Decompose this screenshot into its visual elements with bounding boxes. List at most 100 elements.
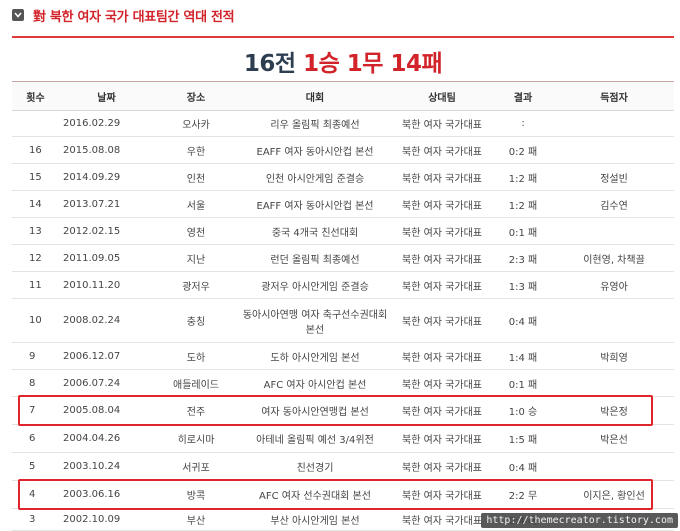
cell-scorers: 이지은, 황인선 <box>554 480 674 509</box>
cell-opponent: 북한 여자 국가대표 <box>392 110 492 137</box>
overall-record: 16전 1승 1무 14패 <box>12 44 674 77</box>
column-header-venue: 장소 <box>154 82 238 111</box>
cell-round: 11 <box>12 271 59 299</box>
cell-scorers <box>554 110 674 137</box>
cell-round: 10 <box>12 298 59 343</box>
cell-result: 1:3 패 <box>492 271 554 299</box>
cell-venue: 전주 <box>154 396 238 425</box>
cell-opponent: 북한 여자 국가대표 <box>392 217 492 245</box>
cell-venue: 방콕 <box>154 480 238 509</box>
cell-opponent: 북한 여자 국가대표 <box>392 396 492 425</box>
table-row: 14 2013.07.21 서울 EAFF 여자 동아시안컵 본선 북한 여자 국가대표… <box>12 190 674 218</box>
cell-result: 1:2 패 <box>492 163 554 191</box>
cell-competition: 동아시아연맹 여자 축구선수권대회 본선 <box>238 298 392 343</box>
table-body: 2016.02.29 오사카 리우 올림픽 최종예선 북한 여자 국가대표:16 201… <box>12 110 674 531</box>
cell-result: 2:2 무 <box>492 480 554 509</box>
cell-result: 0:4 패 <box>492 452 554 481</box>
column-header-date: 날짜 <box>59 82 154 111</box>
cell-scorers: 박희영 <box>554 342 674 370</box>
cell-venue: 우한 <box>154 136 238 164</box>
cell-result: 1:4 패 <box>492 342 554 370</box>
cell-result: 0:4 패 <box>492 298 554 343</box>
table-row: 12 2011.09.05 지난 런던 올림픽 최종예선 북한 여자 국가대표 2:3 패… <box>12 244 674 272</box>
chevron-down-icon <box>12 9 24 21</box>
column-header-round: 횟수 <box>12 82 59 111</box>
cell-round: 12 <box>12 244 59 272</box>
cell-venue: 부산 <box>154 508 238 531</box>
cell-competition: AFC 여자 아시안컵 본선 <box>238 369 392 397</box>
cell-venue: 서울 <box>154 190 238 218</box>
cell-date: 2006.12.07 <box>59 342 154 370</box>
table-row: 6 2004.04.26 히로시마 아테네 올림픽 예선 3/4위전 북한 여자 국가대… <box>12 424 674 453</box>
cell-result: 0:2 패 <box>492 136 554 164</box>
cell-scorers <box>554 217 674 245</box>
cell-opponent: 북한 여자 국가대표 <box>392 271 492 299</box>
cell-opponent: 북한 여자 국가대표 <box>392 342 492 370</box>
cell-venue: 광저우 <box>154 271 238 299</box>
cell-result: : <box>492 110 554 137</box>
record-games: 16전 <box>243 51 296 77</box>
cell-competition: 친선경기 <box>238 452 392 481</box>
cell-date: 2002.10.09 <box>59 508 154 531</box>
table-row: 9 2006.12.07 도하 도하 아시안게임 본선 북한 여자 국가대표 1:4 패박… <box>12 342 674 370</box>
cell-result: 2:3 패 <box>492 244 554 272</box>
record-wins: 1승 <box>303 51 340 77</box>
cell-result: 1:5 패 <box>492 424 554 453</box>
cell-opponent: 북한 여자 국가대표 <box>392 369 492 397</box>
cell-competition: 리우 올림픽 최종예선 <box>238 110 392 137</box>
cell-competition: 도하 아시안게임 본선 <box>238 342 392 370</box>
cell-venue: 히로시마 <box>154 424 238 453</box>
cell-date: 2003.06.16 <box>59 480 154 509</box>
cell-scorers <box>554 452 674 481</box>
watermark-url: http://themecreator.tistory.com <box>481 513 678 528</box>
cell-date: 2013.07.21 <box>59 190 154 218</box>
column-header-result: 결과 <box>492 82 554 111</box>
table-row: 5 2003.10.24 서귀포 친선경기 북한 여자 국가대표 0:4 패 <box>12 452 674 481</box>
cell-competition: 인천 아시안게임 준결승 <box>238 163 392 191</box>
cell-date: 2008.02.24 <box>59 298 154 343</box>
cell-scorers: 김수연 <box>554 190 674 218</box>
column-header-competition: 대회 <box>238 82 392 111</box>
cell-opponent: 북한 여자 국가대표 <box>392 136 492 164</box>
cell-date: 2011.09.05 <box>59 244 154 272</box>
table-row: 2016.02.29 오사카 리우 올림픽 최종예선 북한 여자 국가대표: <box>12 110 674 137</box>
cell-venue: 오사카 <box>154 110 238 137</box>
cell-scorers: 박은선 <box>554 424 674 453</box>
table-row: 7 2005.08.04 전주 여자 동아시안연맹컵 본선 북한 여자 국가대표 1:0 … <box>12 396 674 425</box>
cell-competition: 여자 동아시안연맹컵 본선 <box>238 396 392 425</box>
cell-opponent: 북한 여자 국가대표 <box>392 244 492 272</box>
cell-date: 2015.08.08 <box>59 136 154 164</box>
cell-competition: 런던 올림픽 최종예선 <box>238 244 392 272</box>
cell-venue: 지난 <box>154 244 238 272</box>
cell-round: 3 <box>12 508 59 531</box>
cell-venue: 애들레이드 <box>154 369 238 397</box>
cell-competition: AFC 여자 선수권대회 본선 <box>238 480 392 509</box>
cell-opponent: 북한 여자 국가대표 <box>392 424 492 453</box>
cell-opponent: 북한 여자 국가대표 <box>392 298 492 343</box>
record-draws: 1무 <box>346 51 384 77</box>
cell-round: 8 <box>12 369 59 397</box>
cell-scorers: 이현영, 차책끌 <box>554 244 674 272</box>
match-history-table: 횟수 날짜 장소 대회 상대팀 결과 득점자 2016.02.29 오사카 리우 올림픽 최종예… <box>12 82 674 531</box>
cell-venue: 인천 <box>154 163 238 191</box>
cell-result: 1:2 패 <box>492 190 554 218</box>
cell-competition: EAFF 여자 동아시안컵 본선 <box>238 136 392 164</box>
table-row: 8 2006.07.24 애들레이드 AFC 여자 아시안컵 본선 북한 여자 국가대표… <box>12 369 674 397</box>
cell-round: 4 <box>12 480 59 509</box>
cell-round: 7 <box>12 396 59 425</box>
cell-scorers: 정설빈 <box>554 163 674 191</box>
cell-round: 9 <box>12 342 59 370</box>
cell-date: 2003.10.24 <box>59 452 154 481</box>
cell-date: 2004.04.26 <box>59 424 154 453</box>
cell-opponent: 북한 여자 국가대표 <box>392 480 492 509</box>
record-losses: 14패 <box>390 51 443 77</box>
cell-scorers <box>554 369 674 397</box>
column-header-scorers: 득점자 <box>554 82 674 111</box>
cell-round: 16 <box>12 136 59 164</box>
cell-opponent: 북한 여자 국가대표 <box>392 508 492 531</box>
cell-result: 1:0 승 <box>492 396 554 425</box>
table-row: 10 2008.02.24 충칭 동아시아연맹 여자 축구선수권대회 본선 북한 여자 … <box>12 298 674 343</box>
cell-competition: EAFF 여자 동아시안컵 본선 <box>238 190 392 218</box>
cell-venue: 서귀포 <box>154 452 238 481</box>
cell-competition: 부산 아시안게임 본선 <box>238 508 392 531</box>
